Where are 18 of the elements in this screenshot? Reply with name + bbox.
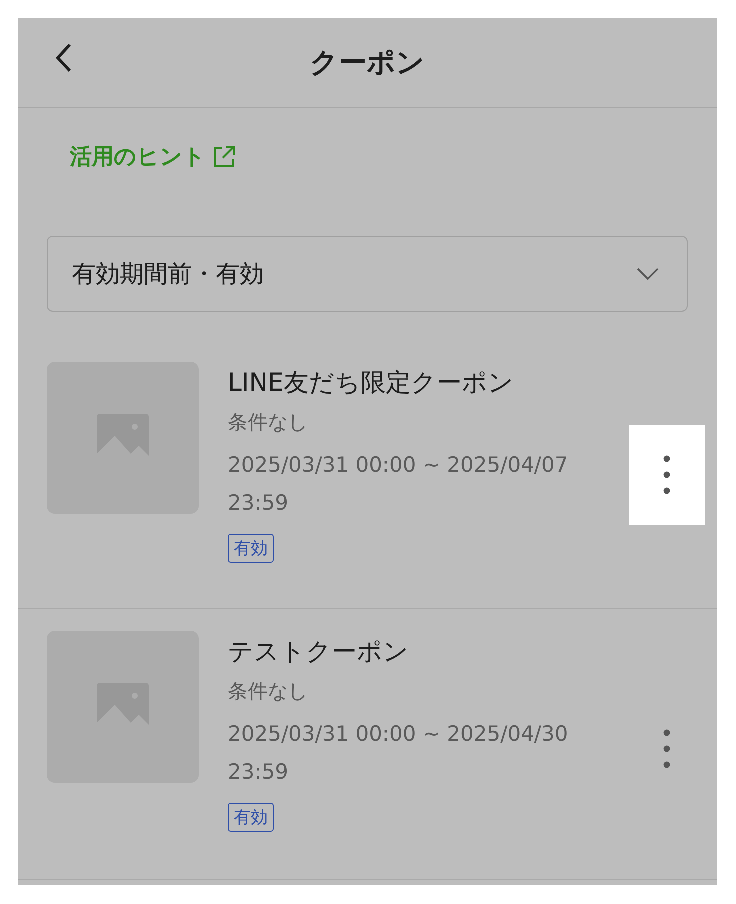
status-badge: 有効	[228, 534, 274, 563]
chevron-down-icon	[637, 268, 659, 280]
coupon-title: LINE友だち限定クーポン	[228, 367, 514, 399]
more-icon	[663, 729, 671, 769]
coupon-condition: 条件なし	[228, 678, 308, 705]
back-icon	[54, 42, 74, 74]
more-button[interactable]	[629, 425, 705, 525]
filter-dropdown[interactable]: 有効期間前・有効	[47, 236, 688, 312]
back-button[interactable]	[54, 42, 74, 74]
page-title: クーポン	[310, 44, 425, 80]
coupon-title: テストクーポン	[228, 636, 409, 668]
more-icon	[663, 455, 671, 495]
status-badge: 有効	[228, 803, 274, 832]
external-link-icon	[212, 145, 236, 169]
coupon-period: 2025/03/31 00:00 ~ 2025/04/30 23:59	[228, 721, 570, 786]
filter-value: 有効期間前・有効	[72, 259, 264, 290]
coupon-condition: 条件なし	[228, 409, 308, 436]
coupon-period: 2025/03/31 00:00 ~ 2025/04/07 23:59	[228, 452, 570, 517]
